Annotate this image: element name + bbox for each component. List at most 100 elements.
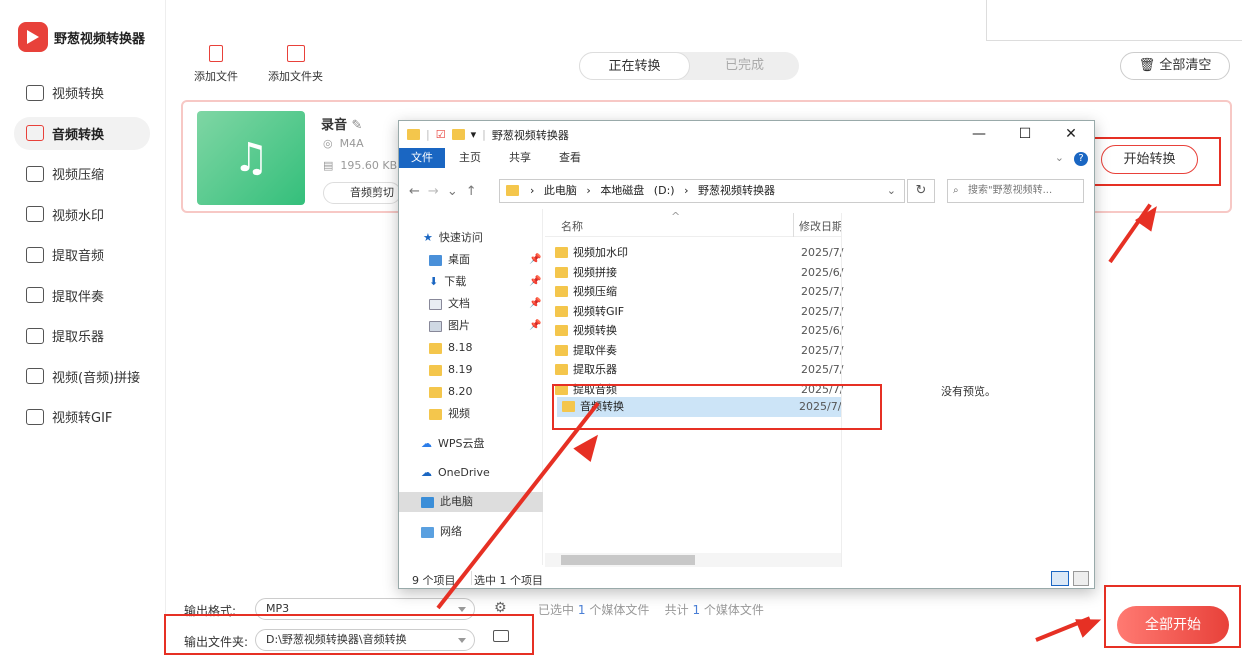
extract-audio-icon xyxy=(26,246,44,263)
scrollbar-thumb[interactable] xyxy=(561,555,695,565)
status-total-prefix: 共计 xyxy=(664,603,689,617)
folder-icon xyxy=(429,408,442,420)
sidebar-item-label: 视频压缩 xyxy=(52,168,105,183)
folder-icon xyxy=(429,364,442,376)
folder-picker-dialog: | ☑ ▾ | 野葱视频转换器 — ☐ ✕ 文件 主页 共享 查看 ⌄ ? ←→… xyxy=(398,120,1095,589)
file-format: ◎ M4A xyxy=(323,137,364,150)
music-note-icon: ♫ xyxy=(197,111,305,205)
audio-cut-button[interactable]: 音频剪切 xyxy=(323,182,401,204)
file-row-date: 2025/7/ xyxy=(801,246,844,259)
tree-item-documents[interactable]: 文档 📌 xyxy=(429,294,541,314)
clear-all-button[interactable]: 🗑 全部清空 xyxy=(1120,52,1230,80)
file-row[interactable]: 视频压缩 2025/7/ xyxy=(555,282,843,302)
status-selected-count: 1 xyxy=(577,603,586,617)
checkbox-icon: ☑ xyxy=(435,128,446,141)
sidebar-item-watermark[interactable]: 视频水印 xyxy=(14,198,150,231)
dropdown-icon[interactable]: ▾ xyxy=(471,128,477,141)
breadcrumb-folder[interactable]: 野葱视频转换器 xyxy=(698,184,775,197)
sidebar-item-extract-audio[interactable]: 提取音频 xyxy=(14,238,150,271)
file-row[interactable]: 视频转换 2025/6/ xyxy=(555,321,843,341)
annotation-box xyxy=(1089,137,1221,186)
file-row-name: 视频加水印 xyxy=(573,246,628,259)
tree-item-label: 网络 xyxy=(440,525,462,538)
address-bar[interactable]: › 此电脑 › 本地磁盘 (D:) › 野葱视频转换器 ⌄ xyxy=(499,179,905,203)
chevron-down-icon[interactable]: ⌄ xyxy=(1051,148,1068,168)
sidebar-item-extract-instrument[interactable]: 提取乐器 xyxy=(14,319,150,352)
network-icon xyxy=(421,526,434,538)
tree-item-label: 下载 xyxy=(444,275,467,288)
tree-item-label: 此电脑 xyxy=(440,495,473,508)
file-row-date: 2025/7/ xyxy=(801,304,844,318)
tree-item-folder[interactable]: 8.18 xyxy=(429,338,473,358)
file-row[interactable]: 视频转GIF 2025/7/ xyxy=(555,302,844,322)
divider xyxy=(986,40,1242,41)
file-row-date: 2025/7/ xyxy=(801,343,844,357)
tree-item-folder[interactable]: 8.19 xyxy=(429,360,473,380)
onedrive-icon: ☁ xyxy=(421,466,432,479)
close-icon[interactable]: ✕ xyxy=(1048,121,1094,148)
ribbon-tab-share[interactable]: 共享 xyxy=(495,148,545,168)
add-file-button[interactable]: 添加文件 xyxy=(194,45,238,84)
sidebar-item-gif[interactable]: 视频转GIF xyxy=(14,400,150,433)
thumbnail-view-icon[interactable] xyxy=(1073,571,1089,586)
file-format-text: M4A xyxy=(339,137,364,150)
breadcrumb-this-pc[interactable]: 此电脑 xyxy=(544,184,577,197)
tree-item-videos[interactable]: 视频 xyxy=(429,404,470,424)
maximize-icon[interactable]: ☐ xyxy=(1002,121,1048,148)
folder-icon xyxy=(555,266,568,278)
sidebar-item-video-convert[interactable]: 视频转换 xyxy=(14,76,150,109)
refresh-button[interactable]: ↻ xyxy=(907,179,935,203)
tab-converting[interactable]: 正在转换 xyxy=(579,52,690,80)
horizontal-scrollbar[interactable] xyxy=(545,553,841,567)
tree-item-desktop[interactable]: 桌面 📌 xyxy=(429,250,541,270)
nav-arrows: ←→⌄↑ xyxy=(399,184,499,199)
breadcrumb-drive[interactable]: 本地磁盘 (D:) xyxy=(600,184,674,197)
tree-item-folder[interactable]: 8.20 xyxy=(429,382,473,402)
edit-icon[interactable]: ✎ xyxy=(352,118,363,133)
file-row[interactable]: 视频拼接 2025/6/ xyxy=(555,263,843,283)
file-row[interactable]: 提取伴奏 2025/7/ xyxy=(555,341,844,361)
chevron-down-icon[interactable]: ⌄ xyxy=(887,180,896,202)
column-date[interactable]: 修改日期 xyxy=(799,218,841,234)
sidebar-item-audio-convert[interactable]: 音频转换 xyxy=(14,116,150,150)
file-row[interactable]: 提取乐器 2025/7/ xyxy=(555,360,843,380)
folder-icon xyxy=(451,129,465,140)
ribbon-tab-file[interactable]: 文件 xyxy=(399,148,445,168)
tree-item-onedrive[interactable]: ☁ OneDrive xyxy=(421,463,490,483)
sidebar-item-extract-accompaniment[interactable]: 提取伴奏 xyxy=(14,279,150,312)
pin-icon: 📌 xyxy=(529,298,542,309)
recent-icon[interactable]: ⌄ xyxy=(447,184,466,199)
search-input[interactable]: ⌕ 搜索"野葱视频转... xyxy=(947,179,1084,203)
back-icon[interactable]: ← xyxy=(409,184,428,199)
column-name[interactable]: 名称 xyxy=(561,218,583,234)
download-icon: ⬇ xyxy=(429,275,439,288)
search-placeholder: 搜索"野葱视频转... xyxy=(968,185,1053,196)
help-icon[interactable]: ? xyxy=(1068,148,1094,168)
add-folder-label: 添加文件夹 xyxy=(268,70,323,83)
ribbon-tab-view[interactable]: 查看 xyxy=(545,148,595,168)
tree-item-quick-access[interactable]: ★ 快速访问 xyxy=(423,228,483,248)
divider xyxy=(471,571,472,585)
tab-done[interactable]: 已完成 xyxy=(690,52,799,80)
sidebar-item-video-compress[interactable]: 视频压缩 xyxy=(14,157,150,190)
tree-item-downloads[interactable]: ⬇ 下载 📌 xyxy=(429,272,541,292)
minimize-icon[interactable]: — xyxy=(956,121,1002,148)
tree-item-label: 视频 xyxy=(448,407,470,420)
video-compress-icon xyxy=(26,165,44,182)
divider: | xyxy=(426,128,430,141)
up-icon[interactable]: ↑ xyxy=(466,184,485,199)
document-icon xyxy=(429,298,442,310)
details-view-icon[interactable] xyxy=(1051,571,1069,586)
tree-item-label: 图片 xyxy=(448,319,470,332)
sidebar-item-label: 提取乐器 xyxy=(52,330,105,345)
file-row[interactable]: 视频加水印 2025/7/ xyxy=(555,243,844,263)
cloud-icon: ☁ xyxy=(421,437,432,450)
ribbon-tab-home[interactable]: 主页 xyxy=(445,148,495,168)
add-folder-button[interactable]: 添加文件夹 xyxy=(268,45,323,84)
tree-item-wps-cloud[interactable]: ☁ WPS云盘 xyxy=(421,434,485,454)
tree-item-pictures[interactable]: 图片 📌 xyxy=(429,316,541,336)
audio-convert-icon xyxy=(26,125,44,141)
forward-icon[interactable]: → xyxy=(428,184,447,199)
sidebar-item-merge[interactable]: 视频(音频)拼接 xyxy=(14,360,150,393)
tree-item-network[interactable]: 网络 xyxy=(421,522,462,542)
